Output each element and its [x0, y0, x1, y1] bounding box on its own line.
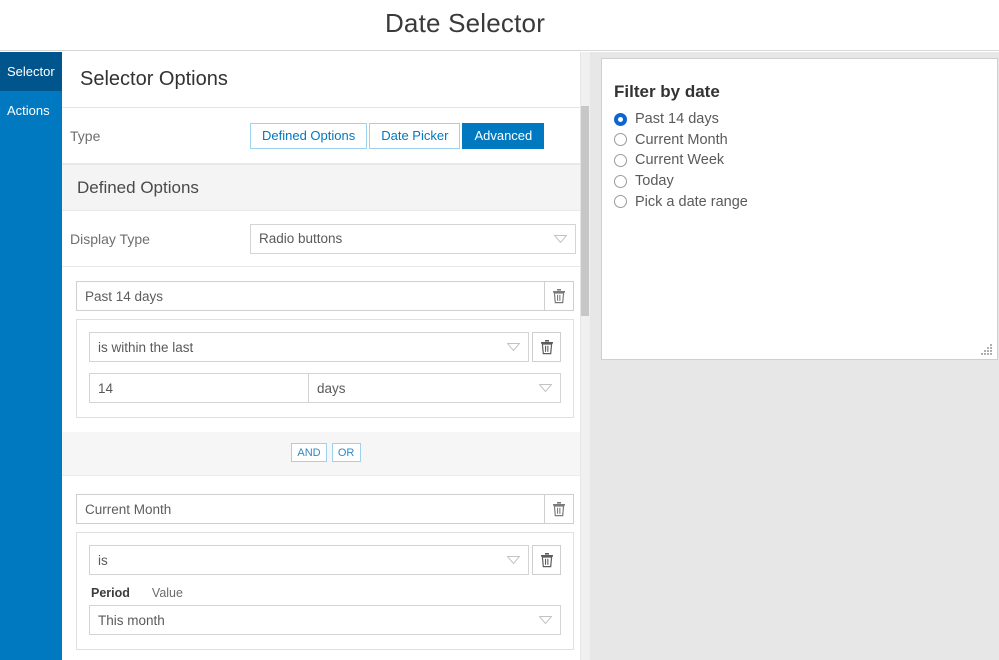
condition-box: is Period Value This month	[76, 532, 574, 650]
selector-options-panel: Selector Options Type Defined Options Da…	[62, 52, 590, 660]
sidebar-item-label: Selector	[7, 64, 55, 79]
radio-icon[interactable]	[614, 174, 627, 188]
operator-value: is	[98, 552, 108, 568]
options-panel-title: Selector Options	[80, 68, 228, 90]
type-button-defined-options[interactable]: Defined Options	[250, 122, 368, 149]
display-type-row: Display Type Radio buttons	[62, 211, 590, 267]
chevron-down-icon	[539, 616, 552, 624]
radio-icon[interactable]	[614, 133, 627, 147]
radio-label: Past 14 days	[635, 111, 719, 128]
option-name-row: Past 14 days	[76, 281, 574, 311]
display-type-select[interactable]: Radio buttons	[250, 223, 576, 254]
radio-option-today[interactable]: Today	[614, 171, 748, 192]
amount-input[interactable]: 14	[89, 373, 308, 403]
resize-grip-icon[interactable]	[981, 343, 993, 355]
option-group: Current Month is Period Value This month	[62, 476, 590, 650]
group-spacer	[62, 418, 590, 432]
chevron-down-icon	[507, 343, 520, 351]
type-label: Type	[70, 127, 101, 144]
option-name-row: Current Month	[76, 494, 574, 524]
option-group: Past 14 days is within the last 14 days	[62, 267, 590, 418]
section-title: Defined Options	[77, 177, 199, 197]
chevron-down-icon	[507, 556, 520, 564]
radio-label: Today	[635, 173, 674, 190]
condition-period-row: This month	[89, 605, 561, 635]
radio-icon[interactable]	[614, 153, 627, 167]
sidebar-item-selector[interactable]: Selector	[0, 52, 62, 91]
type-row: Type Defined Options Date Picker Advance…	[62, 108, 590, 164]
sidebar-item-label: Actions	[7, 103, 50, 118]
condition-value-row: 14 days	[89, 373, 561, 403]
trash-icon[interactable]	[532, 332, 561, 362]
left-sidebar: Selector Actions	[0, 52, 62, 660]
preview-area: Filter by date Past 14 days Current Mont…	[590, 52, 999, 660]
radio-label: Pick a date range	[635, 193, 748, 210]
operator-select[interactable]: is within the last	[89, 332, 529, 362]
top-bar: Date Selector	[0, 0, 999, 51]
radio-icon[interactable]	[614, 112, 627, 126]
trash-icon[interactable]	[545, 281, 574, 311]
period-value: This month	[98, 612, 165, 628]
type-button-advanced[interactable]: Advanced	[462, 122, 545, 149]
radio-option-pick-a-date-range[interactable]: Pick a date range	[614, 191, 748, 212]
and-button[interactable]: AND	[291, 443, 327, 462]
options-panel-scrollbar-thumb[interactable]	[581, 106, 589, 316]
condition-box: is within the last 14 days	[76, 319, 574, 418]
trash-icon[interactable]	[545, 494, 574, 524]
date-selector-app: Date Selector Selector Actions Selector …	[0, 0, 999, 660]
filter-title: Filter by date	[614, 82, 720, 101]
chevron-down-icon	[554, 234, 567, 243]
option-name-input[interactable]: Past 14 days	[76, 281, 545, 311]
type-button-date-picker[interactable]: Date Picker	[369, 122, 461, 149]
period-value-labels: Period Value	[91, 586, 561, 600]
display-type-label: Display Type	[70, 230, 150, 247]
or-button[interactable]: OR	[331, 443, 361, 462]
radio-option-current-month[interactable]: Current Month	[614, 130, 748, 151]
defined-options-section-header: Defined Options	[62, 164, 590, 211]
sidebar-item-actions[interactable]: Actions	[0, 91, 62, 130]
filter-radio-list: Past 14 days Current Month Current Week …	[614, 109, 748, 212]
operator-value: is within the last	[98, 339, 194, 355]
unit-value: days	[317, 380, 346, 396]
condition-operator-row: is within the last	[89, 332, 561, 362]
logic-operator-row: AND OR	[62, 432, 590, 476]
page-title: Date Selector	[384, 8, 546, 38]
trash-icon[interactable]	[532, 545, 561, 575]
radio-option-past-14-days[interactable]: Past 14 days	[614, 109, 748, 130]
unit-select[interactable]: days	[308, 373, 561, 403]
radio-icon[interactable]	[614, 195, 627, 209]
options-panel-header: Selector Options	[62, 52, 590, 108]
filter-preview-card: Filter by date Past 14 days Current Mont…	[601, 58, 998, 360]
radio-option-current-week[interactable]: Current Week	[614, 150, 748, 171]
type-segmented-control: Defined Options Date Picker Advanced	[250, 122, 546, 149]
value-label: Value	[151, 586, 183, 600]
operator-select[interactable]: is	[89, 545, 529, 575]
radio-label: Current Month	[635, 131, 728, 148]
condition-operator-row: is	[89, 545, 561, 575]
period-label: Period	[91, 586, 130, 600]
option-name-input[interactable]: Current Month	[76, 494, 545, 524]
period-select[interactable]: This month	[89, 605, 561, 635]
radio-label: Current Week	[635, 152, 725, 169]
display-type-value: Radio buttons	[259, 231, 343, 246]
chevron-down-icon	[539, 384, 552, 392]
